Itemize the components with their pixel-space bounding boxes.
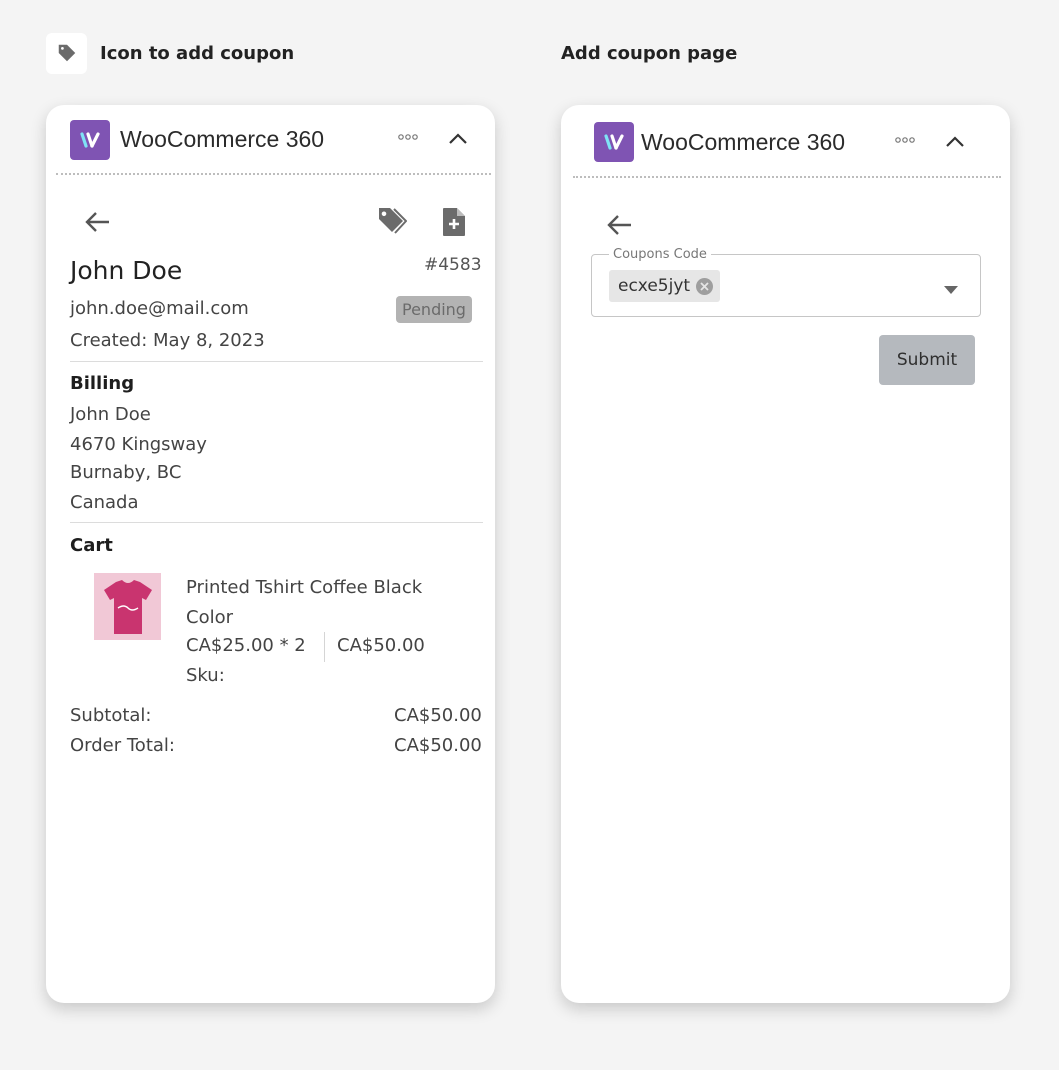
caption-left-text: Icon to add coupon bbox=[100, 42, 295, 64]
arrow-left-icon[interactable] bbox=[606, 211, 634, 239]
caption-icon-to-add-coupon: Icon to add coupon bbox=[46, 32, 295, 74]
panel-header: WooCommerce 360 bbox=[561, 105, 1010, 175]
chevron-up-icon[interactable] bbox=[448, 131, 468, 150]
product-thumbnail bbox=[94, 573, 161, 640]
app-title: WooCommerce 360 bbox=[120, 126, 325, 152]
caption-add-coupon-page: Add coupon page bbox=[561, 33, 737, 73]
divider bbox=[70, 522, 483, 523]
order-number: #4583 bbox=[424, 255, 482, 275]
product-sku: Sku: bbox=[186, 665, 225, 686]
tags-icon[interactable] bbox=[376, 205, 408, 237]
coupon-code-label: Coupons Code bbox=[609, 247, 711, 262]
chevron-up-icon[interactable] bbox=[945, 134, 965, 153]
header-divider bbox=[573, 176, 1001, 178]
billing-line: John Doe bbox=[70, 404, 151, 425]
app-title: WooCommerce 360 bbox=[641, 129, 846, 155]
subtotal-label: Subtotal: bbox=[70, 705, 152, 726]
order-details-panel: WooCommerce 360 John Doe #4583 john.doe@… bbox=[46, 105, 495, 1003]
more-dots-icon[interactable] bbox=[894, 132, 916, 150]
submit-button[interactable]: Submit bbox=[879, 335, 975, 385]
panel-header: WooCommerce 360 bbox=[46, 105, 495, 175]
billing-title: Billing bbox=[70, 373, 135, 394]
coupon-code-field[interactable]: Coupons Code ecxe5jyt bbox=[591, 247, 981, 317]
subtotal-value: CA$50.00 bbox=[394, 705, 482, 726]
close-circle-icon[interactable] bbox=[696, 277, 714, 295]
add-coupon-panel: WooCommerce 360 Coupons Code ecxe5jyt Su… bbox=[561, 105, 1010, 1003]
order-total-label: Order Total: bbox=[70, 735, 175, 756]
created-date: Created: May 8, 2023 bbox=[70, 330, 265, 351]
product-price-qty: CA$25.00 * 2 bbox=[186, 635, 306, 656]
billing-line: Canada bbox=[70, 492, 139, 513]
product-name: Printed Tshirt Coffee Black bbox=[186, 577, 423, 598]
caption-right-text: Add coupon page bbox=[561, 42, 738, 64]
coupon-chip: ecxe5jyt bbox=[609, 270, 721, 302]
price-separator bbox=[324, 632, 325, 662]
arrow-left-icon[interactable] bbox=[84, 208, 112, 236]
customer-name: John Doe bbox=[70, 256, 183, 285]
customer-email: john.doe@mail.com bbox=[70, 298, 249, 319]
cart-title: Cart bbox=[70, 535, 113, 556]
tag-icon bbox=[46, 32, 87, 74]
woocommerce-logo-icon bbox=[594, 122, 634, 162]
product-name-cont: Color bbox=[186, 607, 233, 628]
divider bbox=[70, 361, 483, 362]
billing-line: 4670 Kingsway bbox=[70, 434, 207, 455]
coupon-chip-value: ecxe5jyt bbox=[618, 276, 691, 296]
billing-line: Burnaby, BC bbox=[70, 462, 182, 483]
status-badge: Pending bbox=[396, 296, 472, 323]
file-plus-icon[interactable] bbox=[440, 206, 468, 238]
header-divider bbox=[56, 173, 491, 175]
product-line-total: CA$50.00 bbox=[337, 635, 425, 656]
caret-down-icon[interactable] bbox=[944, 281, 958, 299]
order-total-value: CA$50.00 bbox=[394, 735, 482, 756]
more-dots-icon[interactable] bbox=[397, 129, 419, 147]
woocommerce-logo-icon bbox=[70, 120, 110, 160]
